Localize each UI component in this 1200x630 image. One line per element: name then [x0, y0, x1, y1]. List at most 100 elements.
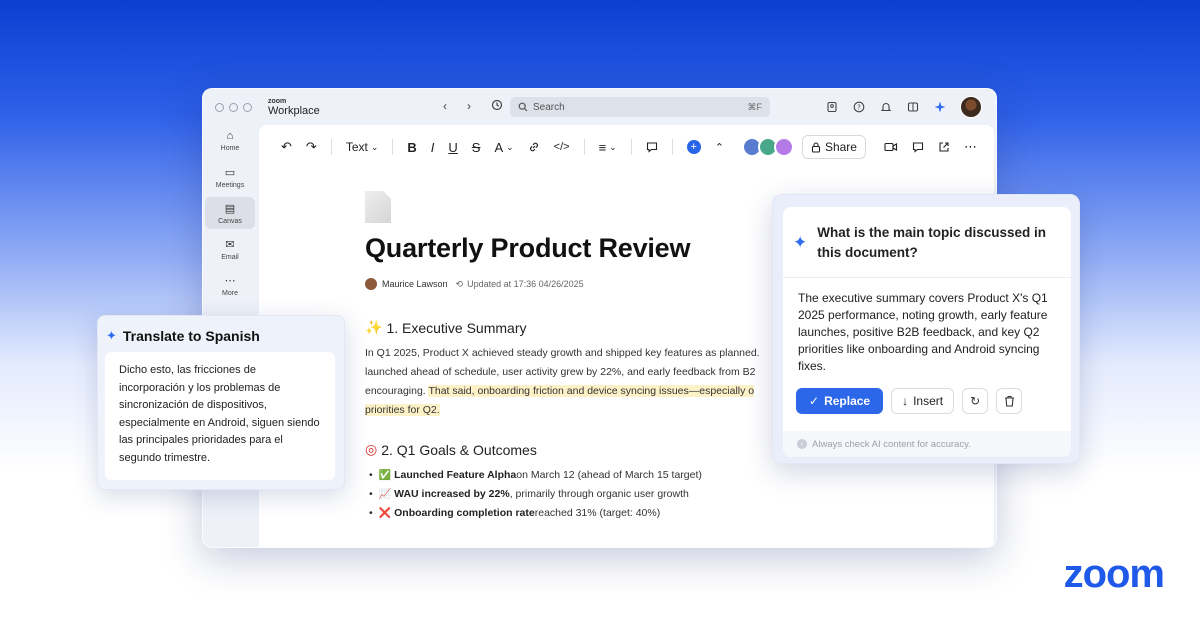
regenerate-button[interactable]: ↻ — [962, 388, 989, 414]
translated-text: Dicho esto, las fricciones de incorporac… — [105, 352, 335, 480]
share-button[interactable]: Share — [801, 135, 866, 159]
toolbar-divider — [671, 139, 673, 155]
delete-button[interactable] — [996, 388, 1023, 414]
author-avatar — [365, 278, 377, 290]
share-label: Share — [824, 140, 857, 154]
strikethrough-icon[interactable]: S — [472, 140, 481, 155]
text-style-dropdown[interactable]: Text ⌄ — [346, 140, 379, 154]
sidebar-item-home[interactable]: ⌂ Home — [205, 125, 255, 157]
help-icon[interactable]: ? — [852, 100, 866, 114]
sidebar-item-label: More — [222, 289, 238, 297]
paragraph-line: encouraging. That said, onboarding frict… — [365, 382, 785, 401]
ai-sparkle-icon: ✦ — [793, 233, 808, 252]
code-icon[interactable]: </> — [554, 141, 570, 153]
info-icon: i — [797, 439, 807, 449]
undo-icon[interactable]: ↶ — [281, 139, 292, 155]
ai-companion-panel: ✦ What is the main topic discussed in th… — [772, 194, 1080, 464]
italic-icon[interactable]: I — [431, 140, 435, 155]
search-bar[interactable]: Search ⌘F — [510, 97, 770, 117]
ai-companion-icon[interactable] — [933, 100, 947, 114]
author-name: Maurice Lawson — [382, 279, 448, 289]
replace-label: Replace — [824, 394, 871, 408]
translate-title: Translate to Spanish — [122, 328, 260, 344]
chart-up-icon: 📈 — [378, 489, 392, 500]
highlighted-text[interactable]: priorities for Q2. — [365, 404, 440, 416]
open-external-icon[interactable] — [938, 141, 950, 153]
ai-response-card: ✦ What is the main topic discussed in th… — [783, 207, 1071, 457]
toolbar-divider — [330, 139, 332, 155]
comment-icon[interactable] — [646, 141, 658, 153]
insert-plus-icon[interactable]: + — [686, 140, 701, 154]
search-icon — [518, 102, 528, 112]
chevron-down-icon: ⌄ — [370, 141, 379, 152]
link-icon[interactable] — [528, 141, 540, 153]
section-heading: ◎ 2. Q1 Goals & Outcomes — [365, 441, 785, 458]
page-title: Quarterly Product Review — [365, 233, 691, 263]
goals-list: ✅Launched Feature Alpha on March 12 (ahe… — [365, 466, 785, 523]
list-item: ❌Onboarding completion rate reached 31% … — [365, 504, 785, 523]
replace-button[interactable]: ✓ Replace — [796, 388, 884, 414]
back-button[interactable]: ‹ — [443, 99, 447, 114]
maximize-window-button[interactable] — [243, 102, 252, 112]
bell-icon[interactable] — [879, 100, 893, 114]
ai-disclaimer: i Always check AI content for accuracy. — [783, 431, 1071, 457]
sidebar-item-canvas[interactable]: ▤ Canvas — [205, 197, 255, 229]
text-color-icon[interactable]: A ⌄ — [494, 140, 513, 155]
window-controls — [215, 102, 252, 112]
video-icon[interactable] — [884, 141, 898, 153]
list-item: ✅Launched Feature Alpha on March 12 (ahe… — [365, 466, 785, 485]
user-avatar[interactable] — [960, 96, 982, 118]
ai-question: ✦ What is the main topic discussed in th… — [783, 207, 1071, 263]
underline-icon[interactable]: U — [448, 140, 457, 155]
contacts-icon[interactable] — [825, 100, 839, 114]
bold-icon[interactable]: B — [407, 140, 416, 155]
svg-text:?: ? — [857, 103, 861, 111]
list-item-text: on March 12 (ahead of March 15 target) — [516, 469, 702, 481]
summary-paragraph: In Q1 2025, Product X achieved steady gr… — [365, 344, 785, 420]
highlighted-text[interactable]: That said, onboarding friction and devic… — [428, 385, 755, 397]
translate-panel: ✦ Translate to Spanish Dicho esto, las f… — [97, 315, 345, 490]
paragraph-text: encouraging. — [365, 385, 429, 397]
trash-icon — [1004, 395, 1014, 407]
brand-small: zoom — [268, 97, 287, 105]
chat-icon[interactable] — [912, 141, 924, 153]
document-body: Quarterly Product Review Maurice Lawson … — [365, 191, 785, 523]
home-icon: ⌂ — [226, 130, 234, 142]
forward-button[interactable]: › — [467, 99, 471, 114]
document-icon: ▤ — [224, 202, 236, 215]
calendar-icon: ▭ — [224, 166, 236, 179]
redo-icon[interactable]: ↷ — [306, 139, 317, 155]
editor-toolbar: ↶ ↷ Text ⌄ B I U S A ⌄ </> ≡ ⌄ + ⌃ Share… — [259, 125, 994, 169]
question-text: What is the main topic discussed in this… — [817, 225, 1047, 260]
avatar — [773, 137, 794, 157]
search-placeholder: Search — [533, 101, 565, 113]
search-shortcut: ⌘F — [747, 101, 763, 112]
insert-button[interactable]: ↓ Insert — [891, 388, 955, 414]
updated-time: Updated at 17:36 04/26/2025 — [467, 279, 584, 289]
title-actions: ? — [825, 96, 982, 118]
sparkles-icon: ✨ — [365, 319, 383, 335]
section-title: 1. Executive Summary — [386, 319, 527, 336]
refresh-icon: ↻ — [970, 394, 981, 408]
minimize-window-button[interactable] — [229, 102, 238, 112]
sidebar-item-meetings[interactable]: ▭ Meetings — [205, 161, 255, 193]
paragraph-line: In Q1 2025, Product X achieved steady gr… — [365, 347, 760, 359]
more-options-icon[interactable]: ⋯ — [964, 139, 977, 155]
sidebar-item-email[interactable]: ✉ Email — [205, 233, 255, 265]
history-icon[interactable] — [491, 99, 503, 114]
align-icon[interactable]: ≡ ⌄ — [599, 140, 617, 155]
document-emoji-icon — [365, 191, 391, 223]
section-heading: ✨ 1. Executive Summary — [365, 319, 785, 336]
sidebar-item-more[interactable]: ⋯ More — [205, 269, 255, 301]
list-item-bold: Launched Feature Alpha — [394, 469, 517, 481]
disclaimer-text: Always check AI content for accuracy. — [812, 438, 971, 450]
translate-header: ✦ Translate to Spanish — [98, 316, 344, 344]
insert-label: Insert — [913, 394, 944, 408]
close-window-button[interactable] — [215, 102, 224, 112]
chevron-up-icon[interactable]: ⌃ — [715, 141, 724, 154]
apps-icon[interactable] — [906, 100, 920, 114]
sync-icon: ⟲ — [455, 278, 464, 289]
mail-icon: ✉ — [225, 238, 235, 251]
zoom-logo: zoom — [1063, 552, 1165, 596]
checkmark-icon: ✓ — [809, 394, 820, 408]
